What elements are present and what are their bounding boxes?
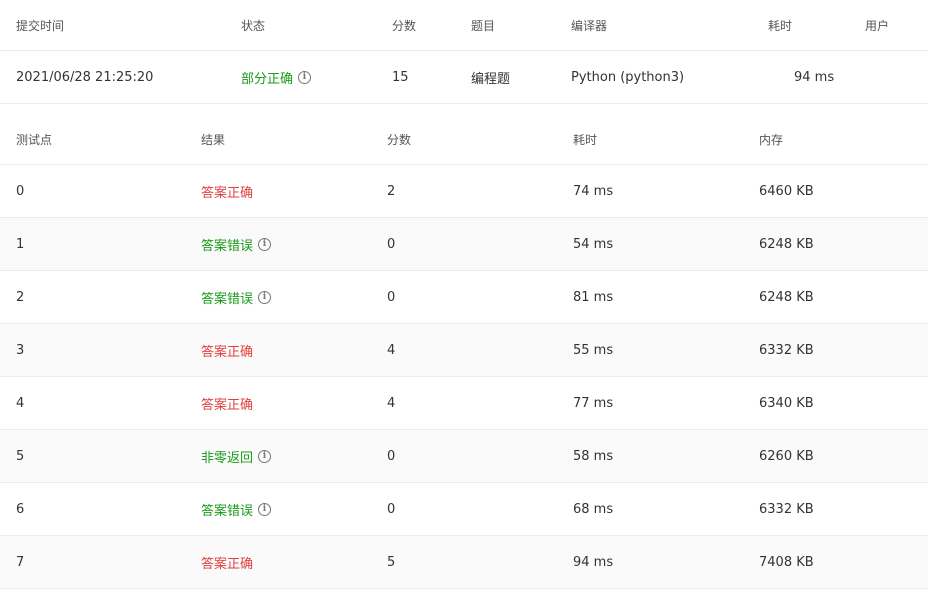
header-compiler: 编译器 — [571, 18, 608, 33]
result-label: 答案正确 — [201, 344, 254, 360]
test-score: 2 — [387, 183, 396, 199]
test-duration: 81 ms — [573, 289, 614, 305]
test-case-id: 3 — [16, 342, 25, 358]
test-memory: 6248 KB — [759, 289, 814, 305]
test-table-header: 测试点 结果 分数 耗时 内存 — [0, 104, 928, 165]
result-cell[interactable]: 非零返回 i — [201, 430, 272, 482]
info-circle-icon[interactable]: i — [258, 290, 272, 304]
header-test-duration: 耗时 — [573, 133, 598, 147]
status-cell[interactable]: 部分正确 i — [241, 51, 312, 103]
info-circle-icon[interactable]: i — [258, 449, 272, 463]
test-score: 0 — [387, 448, 396, 464]
header-memory: 内存 — [759, 133, 784, 147]
result-label: 非零返回 — [201, 450, 254, 466]
header-user: 用户 — [865, 18, 890, 33]
table-row: 6 答案错误 i 0 68 ms 6332 KB — [0, 483, 928, 536]
status-label: 部分正确 — [241, 71, 294, 87]
test-duration: 58 ms — [573, 448, 614, 464]
header-test-case: 测试点 — [16, 133, 53, 147]
result-label: 答案正确 — [201, 397, 254, 413]
result-cell: 答案正确 — [201, 165, 253, 217]
result-cell[interactable]: 答案错误 i — [201, 218, 272, 270]
test-case-id: 4 — [16, 395, 25, 411]
submission-row: 2021/06/28 21:25:20 部分正确 i 15 编程题 Python… — [0, 51, 928, 104]
header-submit-time: 提交时间 — [16, 18, 65, 33]
table-row: 1 答案错误 i 0 54 ms 6248 KB — [0, 218, 928, 271]
info-circle-icon[interactable]: i — [298, 70, 312, 84]
test-duration: 74 ms — [573, 183, 614, 199]
test-duration: 55 ms — [573, 342, 614, 358]
test-duration: 68 ms — [573, 501, 614, 517]
table-row: 5 非零返回 i 0 58 ms 6260 KB — [0, 430, 928, 483]
header-result: 结果 — [201, 133, 226, 147]
header-score: 分数 — [392, 18, 417, 33]
submission-table-header: 提交时间 状态 分数 题目 编译器 耗时 用户 — [0, 0, 928, 51]
result-cell: 答案正确 — [201, 324, 253, 376]
result-cell[interactable]: 答案错误 i — [201, 271, 272, 323]
result-cell: 答案正确 — [201, 377, 253, 429]
test-memory: 6332 KB — [759, 342, 814, 358]
test-case-id: 5 — [16, 448, 25, 464]
info-circle-icon[interactable]: i — [258, 502, 272, 516]
problem-name[interactable]: 编程题 — [471, 51, 510, 103]
test-memory: 6460 KB — [759, 183, 814, 199]
result-cell: 答案正确 — [201, 536, 253, 588]
test-duration: 77 ms — [573, 395, 614, 411]
header-test-score: 分数 — [387, 133, 412, 147]
test-case-id: 2 — [16, 289, 25, 305]
result-label: 答案正确 — [201, 556, 254, 572]
test-score: 4 — [387, 395, 396, 411]
test-duration: 94 ms — [573, 554, 614, 570]
test-score: 0 — [387, 501, 396, 517]
table-row: 7 答案正确 5 94 ms 7408 KB — [0, 536, 928, 589]
result-label: 答案错误 — [201, 503, 254, 519]
submit-time: 2021/06/28 21:25:20 — [16, 69, 154, 85]
table-row: 0 答案正确 2 74 ms 6460 KB — [0, 165, 928, 218]
test-score: 0 — [387, 236, 396, 252]
test-rows: 0 答案正确 2 74 ms 6460 KB 1 答案错误 i 0 54 ms 6248 KB 2 答案… — [0, 165, 928, 589]
result-label: 答案错误 — [201, 238, 254, 254]
header-problem: 题目 — [471, 18, 496, 33]
test-memory: 6340 KB — [759, 395, 814, 411]
test-score: 4 — [387, 342, 396, 358]
result-label: 答案正确 — [201, 185, 254, 201]
test-duration: 54 ms — [573, 236, 614, 252]
table-row: 3 答案正确 4 55 ms 6332 KB — [0, 324, 928, 377]
test-case-id: 7 — [16, 554, 25, 570]
test-memory: 6332 KB — [759, 501, 814, 517]
test-case-id: 6 — [16, 501, 25, 517]
result-cell[interactable]: 答案错误 i — [201, 483, 272, 535]
test-memory: 7408 KB — [759, 554, 814, 570]
score: 15 — [392, 69, 409, 85]
test-memory: 6248 KB — [759, 236, 814, 252]
submission-detail: 提交时间 状态 分数 题目 编译器 耗时 用户 2021/06/28 21:25… — [0, 0, 928, 589]
table-row: 2 答案错误 i 0 81 ms 6248 KB — [0, 271, 928, 324]
test-score: 0 — [387, 289, 396, 305]
header-duration: 耗时 — [768, 18, 793, 33]
duration: 94 ms — [794, 69, 835, 85]
header-status: 状态 — [241, 18, 266, 33]
info-circle-icon[interactable]: i — [258, 237, 272, 251]
result-label: 答案错误 — [201, 291, 254, 307]
test-case-id: 1 — [16, 236, 25, 252]
test-score: 5 — [387, 554, 396, 570]
compiler-name: Python (python3) — [571, 69, 685, 85]
test-case-id: 0 — [16, 183, 25, 199]
table-row: 4 答案正确 4 77 ms 6340 KB — [0, 377, 928, 430]
test-memory: 6260 KB — [759, 448, 814, 464]
